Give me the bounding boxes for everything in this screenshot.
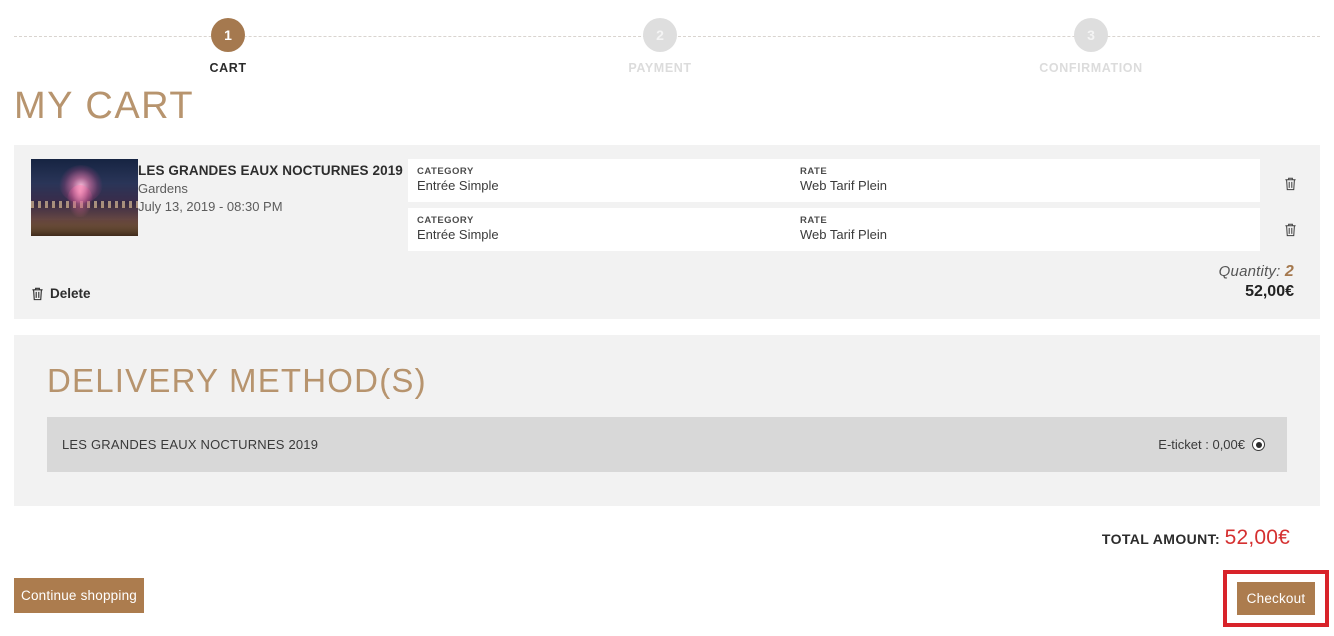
continue-shopping-button[interactable]: Continue shopping [14,578,144,614]
stepper-step-confirmation-number: 3 [1074,18,1108,52]
cart-line-2-rate: RATE Web Tarif Plein [800,215,1260,244]
product-thumbnail-wrapper [14,158,138,236]
product-info: LES GRANDES EAUX NOCTURNES 2019 Gardens … [138,159,408,217]
delivery-methods-title: DELIVERY METHOD(S) [47,361,427,399]
trash-icon [1284,177,1296,190]
stepper-step-cart-number: 1 [211,18,245,52]
delete-cart-item-button[interactable]: Delete [31,286,91,301]
delivery-option-label: E-ticket : 0,00€ [1158,437,1245,453]
checkout-highlight-box: Checkout [1223,570,1329,628]
cart-totals: Quantity: 2 52,00€ [1219,263,1294,301]
trash-icon [1284,223,1296,236]
product-datetime: July 13, 2019 - 08:30 PM [138,199,283,215]
delivery-method-row: LES GRANDES EAUX NOCTURNES 2019 E-ticket… [47,417,1287,473]
delivery-option-eticket[interactable]: E-ticket : 0,00€ [1158,437,1265,452]
thumbnail-ground [31,219,138,236]
trash-icon [32,287,43,300]
total-amount-label: TOTAL AMOUNT: [1101,531,1221,548]
stepper-step-payment-number: 2 [643,18,677,52]
rate-value: Web Tarif Plein [800,178,887,194]
category-label: CATEGORY [417,214,474,226]
stepper-step-cart-label: CART [209,61,247,75]
category-value: Entrée Simple [417,178,499,194]
checkout-stepper: 1 CART 2 PAYMENT 3 CONFIRMATION [0,0,1334,80]
rate-label: RATE [800,165,828,177]
delivery-product-name: LES GRANDES EAUX NOCTURNES 2019 [62,437,319,453]
cart-line-row-1: CATEGORY Entrée Simple RATE Web Tarif Pl… [408,158,1260,202]
cart-line-list: CATEGORY Entrée Simple RATE Web Tarif Pl… [408,158,1320,251]
stepper-step-confirmation-label: CONFIRMATION [1039,61,1143,75]
product-title: LES GRANDES EAUX NOCTURNES 2019 [138,162,403,178]
total-amount-bar: TOTAL AMOUNT: 52,00€ [0,506,1334,550]
cart-line-1-category: CATEGORY Entrée Simple [417,166,800,195]
stepper-step-confirmation[interactable]: 3 CONFIRMATION [1031,18,1151,75]
rate-label: RATE [800,214,828,226]
cart-quantity-row: Quantity: 2 [1219,263,1294,281]
quantity-value: 2 [1284,262,1294,280]
cart-line-1-rate: RATE Web Tarif Plein [800,166,1260,195]
delivery-option-radio[interactable] [1252,438,1265,452]
cart-line-1-remove-button[interactable] [1260,161,1320,205]
footer-actions: Continue shopping Checkout [0,570,1334,636]
cart-card-bottom: Delete Quantity: 2 52,00€ [14,251,1320,301]
total-amount-value: 52,00€ [1224,526,1290,550]
cart-line-row-2: CATEGORY Entrée Simple RATE Web Tarif Pl… [408,207,1260,251]
product-location: Gardens [138,181,188,197]
rate-value: Web Tarif Plein [800,227,887,243]
stepper-step-payment-label: PAYMENT [628,61,692,75]
quantity-label: Quantity: [1218,262,1281,280]
page-title: MY CART [14,85,195,127]
stepper-step-cart[interactable]: 1 CART [168,18,288,75]
cart-card: LES GRANDES EAUX NOCTURNES 2019 Gardens … [14,144,1320,319]
delivery-methods-card: DELIVERY METHOD(S) LES GRANDES EAUX NOCT… [14,334,1320,507]
delete-label: Delete [50,285,91,301]
stepper-step-payment[interactable]: 2 PAYMENT [600,18,720,75]
product-thumbnail-image [31,158,138,236]
cart-line-2-category: CATEGORY Entrée Simple [417,215,800,244]
cart-line-2-remove-button[interactable] [1260,207,1320,251]
cart-card-top: LES GRANDES EAUX NOCTURNES 2019 Gardens … [14,158,1320,251]
checkout-button[interactable]: Checkout [1237,582,1315,616]
category-value: Entrée Simple [417,227,499,243]
category-label: CATEGORY [417,165,474,177]
cart-subtotal: 52,00€ [1245,282,1294,300]
